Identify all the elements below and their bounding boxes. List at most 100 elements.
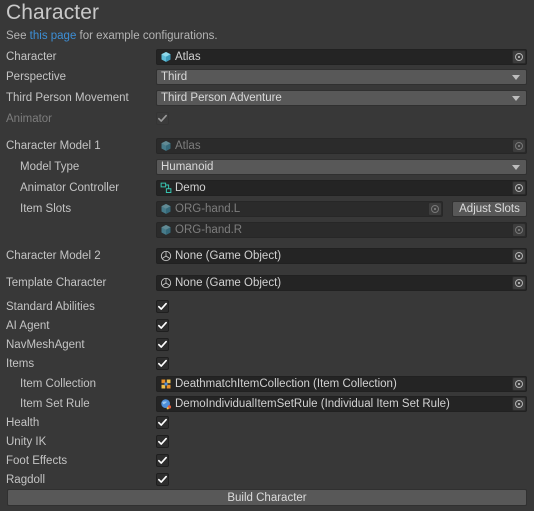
item-slot-2-object-field[interactable]: ORG-hand.R: [156, 222, 527, 238]
checkmark-icon: [158, 321, 167, 329]
checkmark-icon: [158, 456, 167, 464]
row-character-model-2: Character Model 2 None (Game Object): [0, 246, 534, 266]
row-item-collection: Item Collection DeathmatchItemCollection…: [0, 374, 534, 394]
row-standard-abilities: Standard Abilities: [0, 297, 534, 317]
label-third-person-movement: Third Person Movement: [6, 92, 129, 104]
item-slot-2-value: ORG-hand.R: [175, 224, 243, 236]
row-animator: Animator: [0, 109, 534, 129]
animator-checkbox[interactable]: [156, 112, 169, 125]
item-slot-1-object-field[interactable]: ORG-hand.L: [156, 201, 443, 217]
object-selector-icon: [515, 400, 523, 408]
perspective-value: Third: [161, 71, 188, 83]
character-model-1-object-selector[interactable]: [512, 139, 526, 153]
foot-effects-checkbox[interactable]: [156, 454, 169, 467]
label-items: Items: [6, 358, 35, 370]
animator-controller-object-field[interactable]: Demo: [156, 180, 527, 196]
game-object-icon: [160, 277, 172, 289]
example-configurations-link[interactable]: this page: [30, 30, 77, 42]
object-selector-icon: [515, 252, 523, 260]
subtitle-help-text: See this page for example configurations…: [6, 29, 218, 43]
page-title: Character: [6, 1, 100, 24]
chevron-down-icon: [512, 164, 520, 170]
character-model-2-value: None (Game Object): [175, 250, 282, 262]
animator-controller-value: Demo: [175, 182, 206, 194]
object-selector-icon: [515, 279, 523, 287]
label-model-type: Model Type: [20, 161, 80, 173]
item-collection-icon: [161, 379, 171, 389]
row-items: Items: [0, 354, 534, 374]
checkmark-icon: [158, 475, 167, 483]
character-object-selector[interactable]: [512, 50, 526, 64]
row-model-type: Model Type Humanoid: [0, 157, 534, 177]
template-character-object-selector[interactable]: [512, 276, 526, 290]
ragdoll-checkbox[interactable]: [156, 473, 169, 486]
health-checkbox[interactable]: [156, 416, 169, 429]
label-template-character: Template Character: [6, 277, 107, 289]
row-item-slots: Item Slots ORG-hand.L Adjust Slots: [0, 199, 534, 219]
label-item-slots: Item Slots: [20, 203, 72, 215]
adjust-slots-button[interactable]: Adjust Slots: [452, 201, 527, 217]
checkmark-icon: [158, 302, 167, 310]
character-model-1-object-field[interactable]: Atlas: [156, 138, 527, 154]
character-object-field[interactable]: Atlas: [156, 49, 527, 65]
label-navmeshagent: NavMeshAgent: [6, 339, 85, 351]
label-ragdoll: Ragdoll: [6, 474, 45, 486]
object-selector-icon: [515, 184, 523, 192]
item-slot-2-object-selector[interactable]: [512, 223, 526, 237]
object-selector-icon: [515, 142, 523, 150]
object-selector-icon: [431, 205, 439, 213]
row-health: Health: [0, 413, 534, 433]
character-model-2-object-selector[interactable]: [512, 249, 526, 263]
row-navmeshagent: NavMeshAgent: [0, 335, 534, 355]
label-unity-ik: Unity IK: [6, 436, 47, 448]
perspective-dropdown[interactable]: Third: [156, 69, 527, 85]
label-character-model-1: Character Model 1: [6, 140, 101, 152]
unity-ik-checkbox[interactable]: [156, 435, 169, 448]
item-collection-object-selector[interactable]: [512, 377, 526, 391]
label-item-set-rule: Item Set Rule: [20, 398, 90, 410]
navmeshagent-checkbox[interactable]: [156, 338, 169, 351]
label-animator-controller: Animator Controller: [20, 182, 120, 194]
build-character-button[interactable]: Build Character: [7, 489, 527, 506]
row-ragdoll: Ragdoll: [0, 470, 534, 490]
label-standard-abilities: Standard Abilities: [6, 301, 95, 313]
ai-agent-checkbox[interactable]: [156, 319, 169, 332]
row-third-person-movement: Third Person Movement Third Person Adven…: [0, 88, 534, 108]
item-set-rule-object-field[interactable]: DemoIndividualItemSetRule (Individual It…: [156, 396, 527, 412]
item-set-rule-object-selector[interactable]: [512, 397, 526, 411]
label-character: Character: [6, 51, 57, 63]
item-slot-1-object-selector[interactable]: [428, 202, 442, 216]
checkmark-icon: [158, 418, 167, 426]
checkmark-icon: [158, 437, 167, 445]
subtitle-suffix: for example configurations.: [76, 30, 218, 42]
standard-abilities-checkbox[interactable]: [156, 300, 169, 313]
checkmark-icon: [158, 340, 167, 348]
object-selector-icon: [515, 226, 523, 234]
character-model-2-object-field[interactable]: None (Game Object): [156, 248, 527, 264]
label-animator: Animator: [6, 113, 53, 125]
character-inspector-window: Character See this page for example conf…: [0, 0, 534, 511]
prefab-cube-icon: [161, 204, 171, 214]
item-collection-object-field[interactable]: DeathmatchItemCollection (Item Collectio…: [156, 376, 527, 392]
character-model-1-value: Atlas: [175, 140, 201, 152]
template-character-value: None (Game Object): [175, 277, 282, 289]
checkmark-icon: [158, 359, 167, 367]
row-animator-controller: Animator Controller Demo: [0, 178, 534, 198]
prefab-cube-icon: [161, 52, 171, 62]
third-person-movement-dropdown[interactable]: Third Person Adventure: [156, 90, 527, 106]
prefab-cube-icon: [161, 225, 171, 235]
row-template-character: Template Character None (Game Object): [0, 273, 534, 293]
items-checkbox[interactable]: [156, 357, 169, 370]
character-object-value: Atlas: [175, 51, 201, 63]
row-foot-effects: Foot Effects: [0, 451, 534, 471]
animator-controller-object-selector[interactable]: [512, 181, 526, 195]
prefab-cube-icon: [161, 141, 171, 151]
model-type-dropdown[interactable]: Humanoid: [156, 159, 527, 175]
row-character: Character Atlas: [0, 47, 534, 67]
template-character-object-field[interactable]: None (Game Object): [156, 275, 527, 291]
model-type-value: Humanoid: [161, 161, 214, 173]
label-character-model-2: Character Model 2: [6, 250, 101, 262]
row-unity-ik: Unity IK: [0, 432, 534, 452]
row-perspective: Perspective Third: [0, 67, 534, 87]
label-perspective: Perspective: [6, 71, 67, 83]
